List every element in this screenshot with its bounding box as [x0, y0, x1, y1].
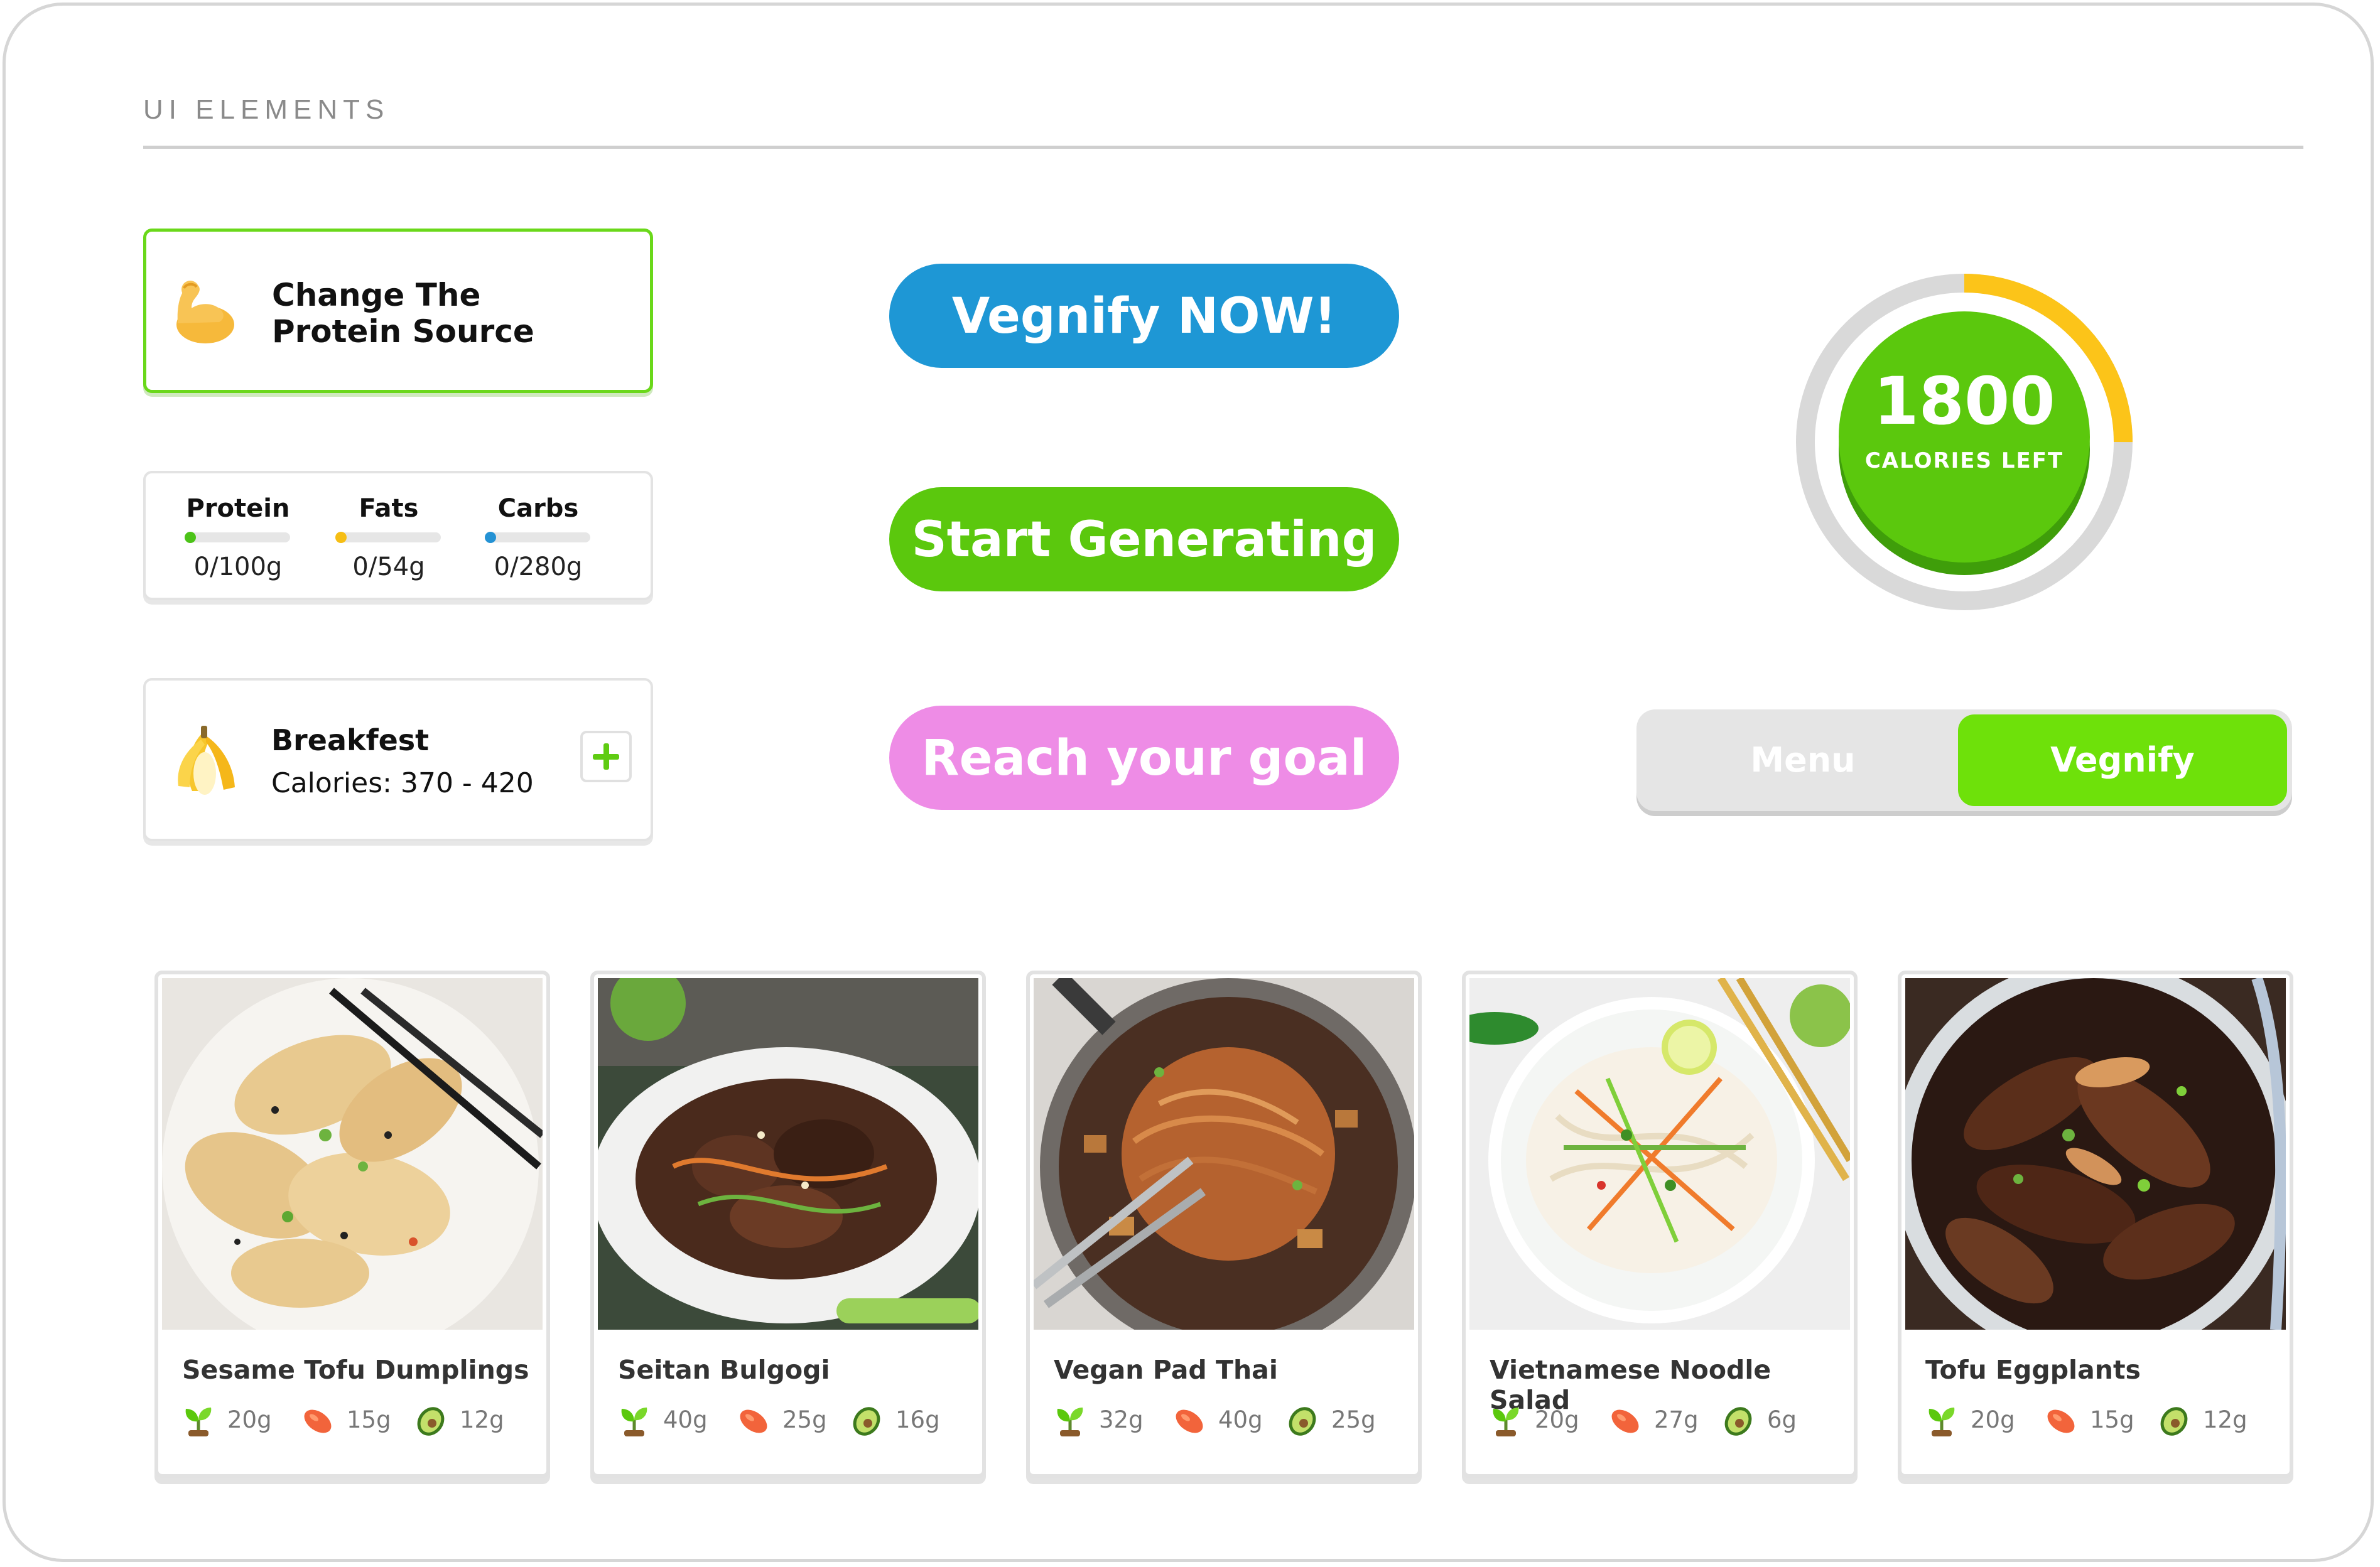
sweet-potato-icon	[2047, 1409, 2075, 1433]
dumplings-photo	[162, 978, 543, 1330]
sprout-icon	[185, 1408, 212, 1436]
avocado-icon	[1289, 1407, 1316, 1436]
carbs-value: 12g	[460, 1406, 504, 1433]
sweet-potato-icon	[1176, 1409, 1203, 1433]
sweet-potato-icon	[304, 1409, 332, 1433]
sweet-potato-icon	[740, 1409, 767, 1433]
protein-card-line1: Change The	[272, 277, 481, 313]
macro-protein: Protein 0/100g	[166, 492, 310, 581]
protein-card-line2: Protein Source	[272, 313, 534, 350]
recipe-card[interactable]: Vietnamese Noodle Salad 20g 27g 6g	[1462, 971, 1858, 1478]
meal-calories: Calories: 370 - 420	[271, 767, 534, 799]
calorie-ring-center: 1800 CALORIES LEFT	[1834, 311, 2095, 573]
macro-progress-bar	[335, 532, 441, 543]
protein-value: 20g	[227, 1406, 272, 1433]
add-meal-button[interactable]	[580, 731, 632, 782]
macro-progress-dot	[485, 532, 496, 543]
calories-left-number: 1800	[1873, 363, 2055, 439]
recipe-card[interactable]: Tofu Eggplants 20g 15g 12g	[1898, 971, 2293, 1478]
section-divider	[143, 146, 2303, 149]
menu-vegnify-toggle[interactable]: Menu Vegnify	[1636, 709, 2292, 811]
macro-label: Protein	[186, 494, 290, 523]
recipe-title: Seitan Bulgogi	[618, 1355, 830, 1385]
calories-left-caption: CALORIES LEFT	[1864, 448, 2064, 473]
avocado-icon	[853, 1407, 880, 1436]
protein-value: 20g	[1971, 1406, 2015, 1433]
noodle-salad-photo	[1469, 978, 1850, 1330]
sprout-icon	[1928, 1408, 1955, 1436]
toggle-option-vegnify[interactable]: Vegnify	[1958, 714, 2287, 806]
macro-progress-dot	[335, 532, 347, 543]
sprout-icon	[621, 1408, 647, 1436]
bulgogi-photo	[598, 978, 978, 1330]
recipe-stats: 20g 27g 6g	[1490, 1401, 1841, 1439]
reach-goal-button[interactable]: Reach your goal	[889, 706, 1399, 810]
sweet-potato-icon	[1611, 1409, 1639, 1433]
recipe-stats: 40g 25g 16g	[618, 1401, 970, 1439]
pad-thai-photo	[1034, 978, 1414, 1330]
macro-value: 0/100g	[193, 552, 283, 581]
avocado-icon	[417, 1407, 445, 1436]
meal-title: Breakfest	[271, 723, 430, 757]
carbs-value: 25g	[1331, 1406, 1376, 1433]
change-protein-card[interactable]: Change The Protein Source	[143, 229, 653, 393]
recipe-stats: 20g 15g 12g	[182, 1401, 534, 1439]
fat-value: 15g	[347, 1406, 391, 1433]
sprout-icon	[1057, 1408, 1083, 1436]
fat-value: 40g	[1218, 1406, 1263, 1433]
protein-value: 20g	[1535, 1406, 1579, 1433]
calorie-ring: 1800 CALORIES LEFT	[1783, 261, 2145, 623]
macro-progress-dot	[185, 532, 196, 543]
carbs-value: 12g	[2203, 1406, 2247, 1433]
macro-value: 0/54g	[352, 552, 425, 581]
macro-value: 0/280g	[494, 552, 583, 581]
section-title: UI ELEMENTS	[143, 94, 390, 125]
vegnify-now-button[interactable]: Vegnify NOW!	[889, 264, 1399, 368]
recipe-card[interactable]: Seitan Bulgogi 40g 25g 16g	[590, 971, 986, 1478]
avocado-icon	[2160, 1407, 2188, 1436]
macro-carbs: Carbs 0/280g	[466, 492, 610, 581]
flexed-biceps-icon	[165, 274, 241, 350]
macro-label: Fats	[359, 494, 419, 523]
protein-value: 32g	[1099, 1406, 1144, 1433]
recipe-card[interactable]: Vegan Pad Thai 32g 40g 25g	[1026, 971, 1422, 1478]
plus-icon-vertical	[603, 743, 609, 770]
banana-icon	[165, 721, 246, 802]
breakfast-card[interactable]: Breakfest Calories: 370 - 420	[143, 678, 653, 841]
sprout-icon	[1493, 1408, 1519, 1436]
recipe-stats: 20g 15g 12g	[1925, 1401, 2277, 1439]
macros-card: Protein 0/100g Fats 0/54g Carbs 0/280g	[143, 471, 653, 600]
carbs-value: 16g	[895, 1406, 940, 1433]
fat-value: 25g	[782, 1406, 827, 1433]
avocado-icon	[1724, 1407, 1752, 1436]
fat-value: 15g	[2090, 1406, 2134, 1433]
recipe-stats: 32g 40g 25g	[1054, 1401, 1405, 1439]
recipe-title: Tofu Eggplants	[1925, 1355, 2141, 1385]
eggplant-photo	[1905, 978, 2286, 1330]
protein-value: 40g	[663, 1406, 708, 1433]
macro-progress-bar	[185, 532, 290, 543]
toggle-option-menu[interactable]: Menu	[1642, 714, 1964, 806]
macro-progress-bar	[485, 532, 590, 543]
recipe-title: Vegan Pad Thai	[1054, 1355, 1278, 1385]
macro-label: Carbs	[497, 494, 579, 523]
macro-fats: Fats 0/54g	[316, 492, 461, 581]
start-generating-button[interactable]: Start Generating	[889, 487, 1399, 591]
recipe-card[interactable]: Sesame Tofu Dumplings 20g 15g 12g	[154, 971, 550, 1478]
fat-value: 27g	[1654, 1406, 1699, 1433]
carbs-value: 6g	[1767, 1406, 1797, 1433]
recipe-title: Sesame Tofu Dumplings	[182, 1355, 529, 1385]
